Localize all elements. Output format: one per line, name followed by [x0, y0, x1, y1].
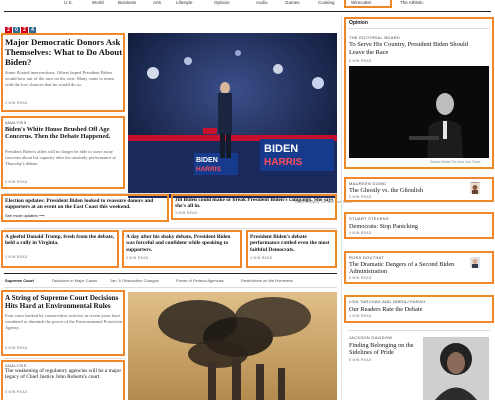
analysis-summary: President Biden's allies will no longer … — [5, 149, 116, 166]
court-lead-read-time: 6 MIN READ — [5, 346, 28, 350]
democrats-rattled-read-time: 4 MIN READ — [250, 256, 273, 260]
nav-world[interactable]: World — [92, 0, 104, 5]
pride-portrait-image — [423, 337, 489, 400]
biden-portrait-image — [349, 66, 489, 158]
biden-bw-photo[interactable] — [349, 66, 489, 158]
dowd-avatar — [470, 182, 480, 194]
analysis-kicker: ANALYSIS — [5, 120, 27, 125]
jill-biden-headline[interactable]: Jill Biden could make or break President… — [175, 197, 335, 210]
nav-us[interactable]: U.S. — [64, 0, 73, 5]
svg-text:HARRIS: HARRIS — [196, 166, 222, 173]
svg-text:HARRIS: HARRIS — [264, 157, 303, 168]
tag-jan6[interactable]: Jan. 6 Obstruction Charges — [110, 278, 159, 283]
dowd-headline[interactable]: The Ghostly vs. the Ghoulish — [349, 187, 459, 194]
lead-photo[interactable]: BIDEN HARRIS BIDEN HARRIS — [128, 33, 337, 198]
updates-headline[interactable]: Election updates: President Biden looked… — [5, 198, 167, 211]
nav-cooking[interactable]: Cooking — [318, 0, 335, 5]
douthat-read-time: 5 MIN READ — [349, 276, 372, 280]
editorial-headline[interactable]: To Serve His Country, President Biden Sh… — [349, 41, 485, 56]
douthat-byline: ROSS DOUTHAT — [349, 255, 385, 260]
nav-lifestyle[interactable]: Lifestyle — [176, 0, 193, 5]
analysis-read-time: 6 MIN READ — [5, 180, 28, 184]
editorial-board-kicker: THE EDITORIAL BOARD — [349, 35, 401, 40]
opinion-section-label[interactable]: Opinion — [349, 20, 368, 26]
editorial-read-time: 8 MIN READ — [349, 59, 372, 63]
nav-audio[interactable]: Audio — [256, 0, 268, 5]
biden-rally-image: BIDEN HARRIS BIDEN HARRIS — [128, 33, 337, 198]
top-nav: U.S. World Business Arts Lifestyle Opini… — [0, 0, 495, 8]
lead-summary: Some floated interventions. Others hoped… — [5, 70, 115, 87]
person-icon — [470, 183, 480, 194]
analysis-headline[interactable]: Biden's White House Brushed Off Age Conc… — [5, 126, 123, 141]
court-analysis-headline[interactable]: The weakening of regulatory agencies wil… — [5, 368, 123, 381]
dowd-byline: MAUREEN DOWD — [349, 181, 387, 186]
arrow-right-icon: ⟶ — [38, 213, 45, 218]
dowd-read-time: 5 MIN READ — [349, 195, 372, 199]
tag-supreme-court[interactable]: Supreme Court — [5, 278, 34, 283]
davidow-read-time: 5 MIN READ — [349, 358, 372, 362]
see-more-updates-link[interactable]: See more updates ⟶ — [5, 213, 45, 218]
lead-read-time: 4 MIN READ — [5, 101, 28, 105]
svg-text:BIDEN: BIDEN — [264, 143, 298, 155]
tag-homeless[interactable]: Restrictions on the Homeless — [241, 278, 293, 283]
court-analysis-read-time: 5 MIN READ — [5, 390, 28, 394]
opinion-photo-credit: Damon Winter/The New York Times — [430, 160, 481, 164]
davidow-byline: JACKSON DAVIDOW — [349, 335, 393, 340]
davidow-headline[interactable]: Finding Belonging on the Sidelines of Pr… — [349, 342, 417, 357]
smokestack-photo[interactable] — [128, 292, 337, 400]
tag-federal-agencies[interactable]: Power of Federal Agencies — [176, 278, 224, 283]
pride-photo[interactable] — [423, 337, 489, 400]
douthat-headline[interactable]: The Dramatic Dangers of a Second Biden A… — [349, 261, 465, 276]
person-icon — [470, 257, 480, 268]
biden-supporters-headline[interactable]: A day after his shaky debate, President … — [126, 234, 240, 253]
biden-supporters-read-time: 3 MIN READ — [126, 256, 149, 260]
nav-arts[interactable]: Arts — [153, 0, 161, 5]
jill-biden-read-time: 3 MIN READ — [175, 211, 198, 215]
nav-opinion[interactable]: Opinion — [214, 0, 230, 5]
lead-headline[interactable]: Major Democratic Donors Ask Themselves: … — [5, 37, 123, 67]
tag-decisions[interactable]: Decisions in Major Cases — [52, 278, 97, 283]
stevens-byline: STUART STEVENS — [349, 216, 389, 221]
trump-rally-headline[interactable]: A gleeful Donald Trump, fresh from the d… — [5, 234, 117, 247]
trump-rally-read-time: 3 MIN READ — [5, 255, 28, 259]
nav-the-athletic[interactable]: The Athletic — [400, 0, 424, 5]
readers-read-time: 4 MIN READ — [349, 314, 372, 318]
court-lead-headline[interactable]: A String of Supreme Court Decisions Hits… — [5, 294, 123, 311]
readers-byline: LISA TARCHAK AND NIBRAJ PARAH — [349, 299, 426, 304]
douthat-avatar — [470, 256, 480, 268]
stevens-read-time: 4 MIN READ — [349, 231, 372, 235]
democrats-rattled-headline[interactable]: President Biden's debate performance rat… — [250, 234, 335, 253]
nav-business[interactable]: Business — [118, 0, 136, 5]
nav-games[interactable]: Games — [285, 0, 300, 5]
svg-text:BIDEN: BIDEN — [196, 157, 218, 164]
readers-headline[interactable]: Our Readers Rate the Debate — [349, 306, 485, 313]
power-plant-image — [128, 292, 337, 400]
stevens-headline[interactable]: Democrats: Stop Panicking — [349, 223, 485, 230]
court-lead-summary: Four cases backed by conservative activi… — [5, 313, 123, 330]
